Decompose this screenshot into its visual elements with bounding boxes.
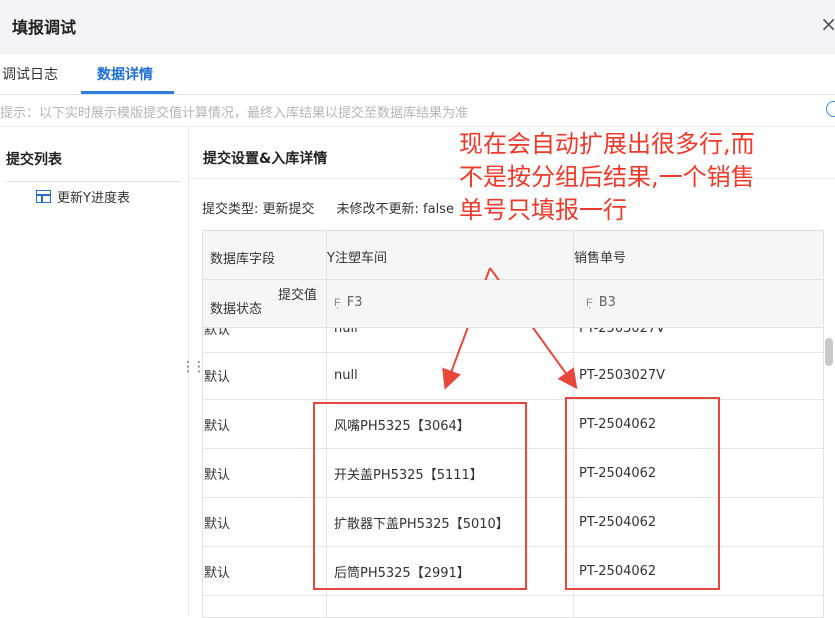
hint-text: 提示：以下实时展示模版提交值计算情况，最终入库结果以提交至数据库结果为准 (0, 106, 469, 121)
table-row[interactable] (203, 596, 823, 617)
header-status-value-overlay: 提交值 数据状态 (203, 280, 327, 328)
dialog-titlebar: 填报调试 × (0, 0, 835, 54)
annotation-box-col2 (565, 397, 720, 590)
table-row[interactable]: 默认 null PT-2503027V (203, 351, 823, 400)
header-col1: Y注塑车间 (327, 231, 574, 280)
header-db-field: 数据库字段 (203, 231, 327, 280)
submit-list-title: 提交列表 (6, 152, 62, 168)
active-tab-indicator (81, 91, 174, 94)
tab-debug-log[interactable]: 调试日志 (2, 64, 58, 84)
divider (6, 181, 180, 182)
annotation-text: 现在会自动扩展出很多行,而 不是按分组后结果,一个销售 单号只填报一行 (459, 130, 755, 224)
header-col2-formula-overlay: F᷊ B3 (574, 280, 823, 328)
tab-data-details[interactable]: 数据详情 (97, 64, 153, 84)
details-title: 提交设置&入库详情 (203, 151, 328, 167)
close-icon[interactable]: × (820, 12, 835, 36)
submit-list-panel: 提交列表 更新Y进度表 (0, 127, 189, 616)
vertical-scrollbar[interactable] (825, 338, 833, 366)
info-icon[interactable] (826, 101, 835, 117)
submit-info: 提交类型: 更新提交 未修改不更新: false (202, 198, 454, 217)
resize-handle-icon[interactable]: ⋮⋮ (181, 359, 206, 375)
header-col1-formula-overlay: F᷊ F3 (327, 280, 574, 328)
submit-list-item[interactable]: 更新Y进度表 (36, 187, 130, 206)
table-icon (36, 190, 51, 203)
submit-type: 提交类型: 更新提交 (202, 202, 315, 217)
header-col2: 销售单号 (574, 231, 823, 280)
annotation-box-col1 (313, 402, 527, 590)
submit-list-item-label: 更新Y进度表 (57, 191, 130, 206)
tab-bar: 调试日志 数据详情 (0, 54, 835, 95)
no-update-setting: 未修改不更新: false (336, 202, 454, 217)
dialog-title: 填报调试 (12, 18, 77, 37)
